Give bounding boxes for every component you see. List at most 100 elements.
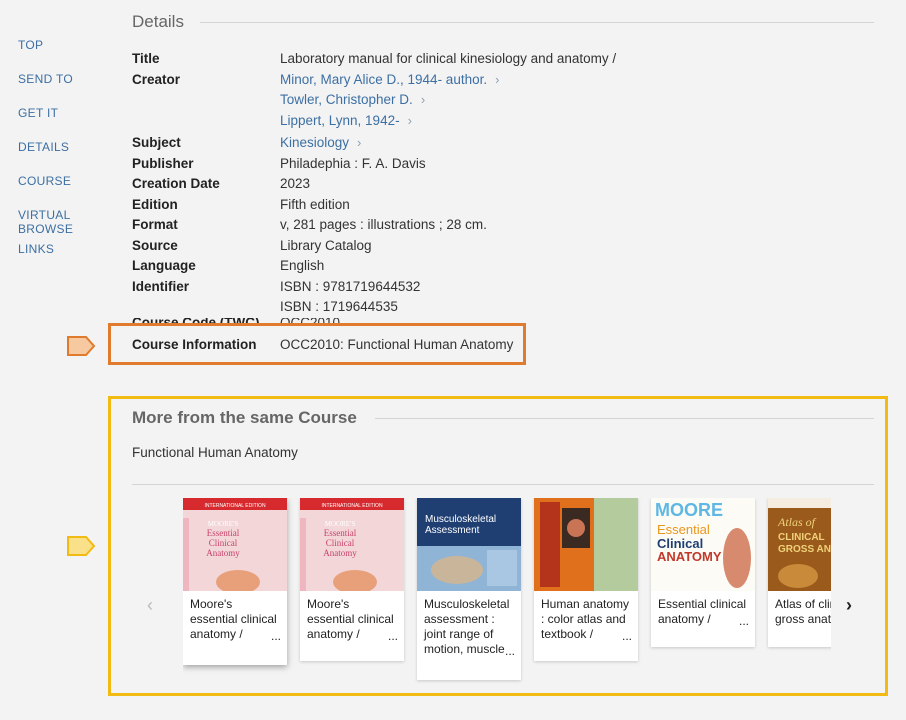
chevron-right-icon: › <box>846 595 852 615</box>
detail-row-edition: Edition Fifth edition <box>132 195 874 216</box>
book-title-text: Moore's essential clinical anatomy / <box>190 597 277 641</box>
cover-text: Anatomy <box>323 548 357 558</box>
cover-text: CLINICAL <box>778 532 825 543</box>
chevron-right-icon: › <box>420 92 426 107</box>
book-cover-image: Musculoskeletal Assessment <box>417 498 521 591</box>
creator-link[interactable]: Minor, Mary Alice D., 1944- author. › <box>280 70 874 91</box>
book-carousel: INTERNATIONAL EDITION MOORE'S Essential … <box>183 498 831 688</box>
cover-text: Musculoskeletal <box>425 514 496 525</box>
book-card[interactable]: INTERNATIONAL EDITION MOORE'S Essential … <box>300 498 404 661</box>
detail-row-format: Format v, 281 pages : illustrations ; 28… <box>132 215 874 236</box>
detail-row-creation-date: Creation Date 2023 <box>132 174 874 195</box>
cover-text: Clinical <box>209 538 238 548</box>
detail-label: Language <box>132 258 196 273</box>
cover-text: MOORE <box>655 500 723 520</box>
details-list: Title Laboratory manual for clinical kin… <box>132 49 874 329</box>
title-value: Laboratory manual for clinical kinesiolo… <box>280 51 617 66</box>
book-title: Moore's essential clinical anatomy /... <box>300 591 404 648</box>
yellow-arrow-marker-icon <box>67 536 96 556</box>
chevron-right-icon: › <box>357 135 362 150</box>
detail-label: Course Information <box>132 337 257 352</box>
more-options-icon[interactable]: ... <box>505 644 515 659</box>
detail-label: Creator <box>132 71 181 87</box>
book-cover-image: INTERNATIONAL EDITION MOORE'S Essential … <box>300 498 404 591</box>
creation-date-value: 2023 <box>280 176 311 191</box>
chevron-right-icon: › <box>407 112 412 128</box>
cover-text: MOORE'S <box>208 520 239 528</box>
detail-label: Format <box>132 217 178 232</box>
book-card[interactable]: Atlas of CLINICAL GROSS AN Atlas of clin… <box>768 498 831 647</box>
detail-label: Subject <box>132 135 181 150</box>
course-name: Functional Human Anatomy <box>132 445 298 460</box>
more-from-course-section: More from the same Course Functional Hum… <box>108 396 888 696</box>
divider <box>132 484 874 485</box>
detail-label: Publisher <box>132 155 194 171</box>
cover-text: Atlas of <box>777 515 817 529</box>
format-value: v, 281 pages : illustrations ; 28 cm. <box>280 217 487 232</box>
detail-row-source: Source Library Catalog <box>132 236 874 257</box>
nav-course[interactable]: COURSE <box>18 174 128 208</box>
nav-details[interactable]: DETAILS <box>18 140 128 174</box>
chevron-right-icon: › <box>495 71 500 87</box>
detail-row-language: Language English <box>132 256 874 277</box>
book-card[interactable]: MOORE Essential Clinical ANATOMY Essenti… <box>651 498 755 647</box>
detail-row-course-information: Course Information OCC2010: Functional H… <box>132 335 522 356</box>
book-card[interactable]: Musculoskeletal Assessment Musculoskelet… <box>417 498 521 680</box>
creator-link[interactable]: Towler, Christopher D. › <box>280 90 874 111</box>
creator-link[interactable]: Lippert, Lynn, 1942- › <box>280 111 874 132</box>
edition-value: Fifth edition <box>280 196 350 212</box>
book-title-text: Musculoskeletal assessment : joint range… <box>424 597 510 656</box>
cover-text: ANATOMY <box>657 549 722 564</box>
cover-text: GROSS AN <box>778 544 831 555</box>
book-title-text: Atlas of clinical gross anatomy / <box>775 597 831 626</box>
book-card[interactable]: Human anatomy : color atlas and textbook… <box>534 498 638 661</box>
details-heading: Details <box>132 12 184 31</box>
cover-text: INTERNATIONAL EDITION <box>321 503 383 509</box>
book-cover-image: MOORE Essential Clinical ANATOMY <box>651 498 755 591</box>
carousel-next-button[interactable]: › <box>846 595 852 616</box>
carousel-prev-button[interactable]: ‹ <box>147 595 153 616</box>
detail-row-title: Title Laboratory manual for clinical kin… <box>132 49 874 70</box>
book-title: Essential clinical anatomy /... <box>651 591 755 633</box>
nav-links[interactable]: LINKS <box>18 242 128 276</box>
subject-link[interactable]: Kinesiology › <box>280 133 874 154</box>
divider <box>199 21 874 23</box>
subject-name: Kinesiology <box>280 135 350 150</box>
details-section-header: Details <box>132 12 874 32</box>
identifier-value: ISBN : 9781719644532 <box>280 278 421 294</box>
book-card[interactable]: INTERNATIONAL EDITION MOORE'S Essential … <box>183 498 287 665</box>
orange-arrow-marker-icon <box>67 336 96 356</box>
cover-text: Clinical <box>326 538 355 548</box>
nav-get-it[interactable]: GET IT <box>18 106 128 140</box>
language-value: English <box>280 258 325 273</box>
creator-name: Minor, Mary Alice D., 1944- author. <box>280 71 488 87</box>
identifier-value: ISBN : 1719644535 <box>280 299 398 314</box>
more-options-icon[interactable]: ... <box>271 629 281 644</box>
divider <box>374 417 874 419</box>
cover-text: Anatomy <box>206 548 240 558</box>
nav-send-to[interactable]: SEND TO <box>18 72 128 106</box>
nav-top[interactable]: TOP <box>18 38 128 72</box>
more-heading: More from the same Course <box>132 408 357 427</box>
cover-text: INTERNATIONAL EDITION <box>204 503 266 509</box>
book-title-text: Essential clinical anatomy / <box>658 597 747 626</box>
detail-row-subject: Subject Kinesiology › <box>132 133 874 154</box>
course-information-highlight: Course Information OCC2010: Functional H… <box>108 323 526 365</box>
detail-label: Identifier <box>132 278 190 294</box>
book-cover-image: INTERNATIONAL EDITION MOORE'S Essential … <box>183 498 287 591</box>
book-title: Human anatomy : color atlas and textbook… <box>534 591 638 648</box>
detail-label: Title <box>132 51 160 66</box>
creator-name: Lippert, Lynn, 1942- <box>280 112 400 128</box>
book-title: Atlas of clinical gross anatomy /... <box>768 591 831 633</box>
course-information-value: OCC2010: Functional Human Anatomy <box>280 337 514 352</box>
cover-text: Essential <box>657 522 710 537</box>
section-nav: TOP SEND TO GET IT DETAILS COURSE VIRTUA… <box>18 38 128 276</box>
creator-name: Towler, Christopher D. <box>280 92 413 107</box>
more-options-icon[interactable]: ... <box>622 629 632 644</box>
book-title-text: Moore's essential clinical anatomy / <box>307 597 394 641</box>
more-options-icon[interactable]: ... <box>739 614 749 629</box>
detail-row-creator: Creator Minor, Mary Alice D., 1944- auth… <box>132 70 874 132</box>
cover-text: Essential <box>324 528 357 538</box>
more-options-icon[interactable]: ... <box>388 629 398 644</box>
nav-virtual-browse[interactable]: VIRTUAL BROWSE <box>18 208 128 242</box>
